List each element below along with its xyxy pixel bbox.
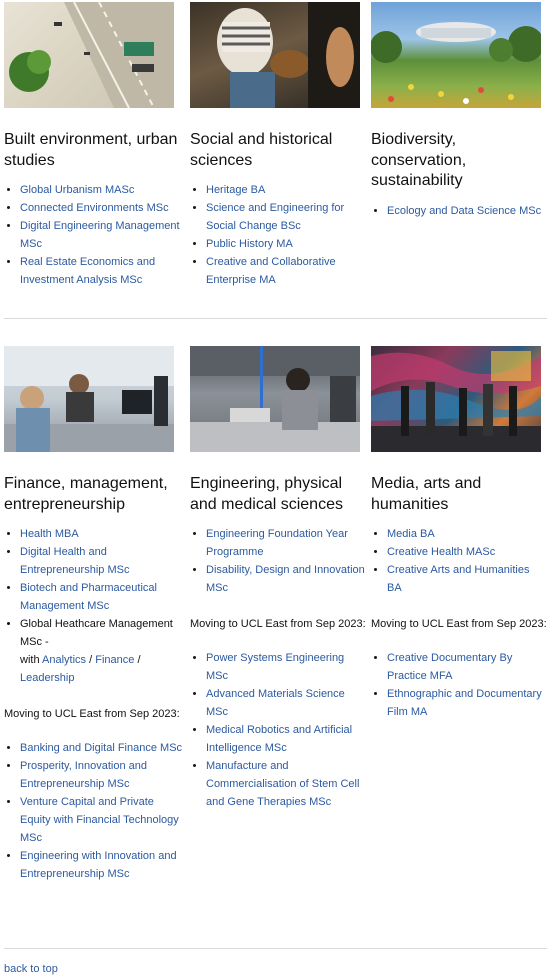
course-link[interactable]: Power Systems Engineering MSc	[206, 652, 344, 682]
list-item: Advanced Materials Science MSc	[206, 685, 366, 721]
course-link[interactable]: Heritage BA	[206, 184, 265, 196]
course-link[interactable]: Media BA	[387, 528, 435, 540]
course-link[interactable]: Ethnographic and Documentary Film MA	[387, 688, 542, 718]
moving-course-list: Banking and Digital Finance MSc Prosperi…	[4, 739, 185, 883]
list-item: Power Systems Engineering MSc	[206, 649, 366, 685]
section-title: Finance, management, entrepreneurship	[4, 475, 168, 513]
course-link[interactable]: Digital Health and Entrepreneurship MSc	[20, 546, 129, 576]
list-item: Medical Robotics and Artificial Intellig…	[206, 721, 366, 757]
course-link[interactable]: Creative and Collaborative Enterprise MA	[206, 256, 336, 286]
course-link[interactable]: Manufacture and Commercialisation of Ste…	[206, 760, 359, 808]
moving-note: Moving to UCL East from Sep 2023:	[4, 708, 180, 720]
section-media: Media, arts and humanities Media BA Crea…	[366, 346, 547, 883]
course-list: Media BA Creative Health MASc Creative A…	[371, 525, 547, 597]
engineer-lab-image	[190, 346, 360, 452]
list-item: Creative and Collaborative Enterprise MA	[206, 253, 366, 289]
list-item: Ethnographic and Documentary Film MA	[387, 685, 547, 721]
list-item: Banking and Digital Finance MSc	[20, 739, 185, 757]
list-item: Manufacture and Commercialisation of Ste…	[206, 757, 366, 811]
section-finance: Finance, management, entrepreneurship He…	[4, 346, 185, 883]
global-healthcare-label: Global Heathcare Management MSc -	[20, 618, 173, 648]
stadium-meadow-image	[371, 2, 541, 108]
course-link[interactable]: Global Urbanism MASc	[20, 184, 134, 196]
separator: /	[137, 654, 141, 666]
course-link[interactable]: Banking and Digital Finance MSc	[20, 742, 182, 754]
list-item: Prosperity, Innovation and Entrepreneurs…	[20, 757, 185, 793]
list-item: Heritage BA	[206, 181, 366, 199]
separator: /	[89, 654, 93, 666]
divider	[4, 948, 547, 949]
moving-note: Moving to UCL East from Sep 2023:	[371, 618, 547, 630]
leadership-link[interactable]: Leadership	[20, 672, 74, 684]
course-list: Health MBA Digital Health and Entreprene…	[4, 525, 185, 687]
list-item: Disability, Design and Innovation MSc	[206, 561, 366, 597]
course-link[interactable]: Creative Documentary By Practice MFA	[387, 652, 512, 682]
section-biodiversity: Biodiversity, conservation, sustainabili…	[366, 2, 547, 289]
course-link[interactable]: Engineering Foundation Year Programme	[206, 528, 348, 558]
back-to-top-link[interactable]: back to top	[4, 963, 58, 975]
drummers-image	[190, 2, 360, 108]
course-link[interactable]: Biotech and Pharmaceutical Management MS…	[20, 582, 157, 612]
section-title: Engineering, physical and medical scienc…	[190, 475, 343, 513]
course-list: Ecology and Data Science MSc	[371, 202, 547, 220]
row-2: Finance, management, entrepreneurship He…	[4, 346, 547, 883]
course-link[interactable]: Digital Engineering Management MSc	[20, 220, 180, 250]
course-link[interactable]: Engineering with Innovation and Entrepre…	[20, 850, 177, 880]
list-item: Ecology and Data Science MSc	[387, 202, 547, 220]
list-item: Science and Engineering for Social Chang…	[206, 199, 366, 235]
list-item: Engineering Foundation Year Programme	[206, 525, 366, 561]
list-item: Media BA	[387, 525, 547, 543]
list-item: Venture Capital and Private Equity with …	[20, 793, 185, 847]
course-list: Global Urbanism MASc Connected Environme…	[4, 181, 185, 289]
office-workers-image	[4, 346, 174, 452]
course-link[interactable]: Health MBA	[20, 528, 79, 540]
section-title: Biodiversity, conservation, sustainabili…	[371, 131, 467, 189]
list-item: Creative Documentary By Practice MFA	[387, 649, 547, 685]
list-item: Creative Arts and Humanities BA	[387, 561, 547, 597]
list-item: Real Estate Economics and Investment Ana…	[20, 253, 185, 289]
list-item: Connected Environments MSc	[20, 199, 185, 217]
course-link[interactable]: Medical Robotics and Artificial Intellig…	[206, 724, 352, 754]
list-item: Digital Health and Entrepreneurship MSc	[20, 543, 185, 579]
analytics-link[interactable]: Analytics	[42, 654, 86, 666]
course-link[interactable]: Venture Capital and Private Equity with …	[20, 796, 179, 844]
course-link[interactable]: Real Estate Economics and Investment Ana…	[20, 256, 155, 286]
course-link[interactable]: Creative Health MASc	[387, 546, 495, 558]
course-list: Engineering Foundation Year Programme Di…	[190, 525, 366, 597]
divider	[4, 318, 547, 319]
list-item: Biotech and Pharmaceutical Management MS…	[20, 579, 185, 615]
course-link[interactable]: Connected Environments MSc	[20, 202, 169, 214]
moving-course-list: Creative Documentary By Practice MFA Eth…	[371, 649, 547, 721]
list-item: Global Heathcare Management MSc - with A…	[20, 615, 185, 687]
list-item: Digital Engineering Management MSc	[20, 217, 185, 253]
with-label: with	[20, 654, 40, 666]
row-1: Built environment, urban studies Global …	[4, 2, 547, 289]
list-item: Global Urbanism MASc	[20, 181, 185, 199]
list-item: Creative Health MASc	[387, 543, 547, 561]
section-title: Built environment, urban studies	[4, 131, 178, 169]
section-engineering: Engineering, physical and medical scienc…	[185, 346, 366, 883]
course-link[interactable]: Disability, Design and Innovation MSc	[206, 564, 365, 594]
section-built-environment: Built environment, urban studies Global …	[4, 2, 185, 289]
course-link[interactable]: Science and Engineering for Social Chang…	[206, 202, 344, 232]
course-link[interactable]: Creative Arts and Humanities BA	[387, 564, 529, 594]
course-list: Heritage BA Science and Engineering for …	[190, 181, 366, 289]
list-item: Health MBA	[20, 525, 185, 543]
section-social-historical: Social and historical sciences Heritage …	[185, 2, 366, 289]
course-link[interactable]: Ecology and Data Science MSc	[387, 205, 541, 217]
moving-note: Moving to UCL East from Sep 2023:	[190, 618, 366, 630]
finance-link[interactable]: Finance	[95, 654, 134, 666]
course-link[interactable]: Public History MA	[206, 238, 293, 250]
graffiti-tunnel-image	[371, 346, 541, 452]
section-title: Social and historical sciences	[190, 131, 333, 169]
section-title: Media, arts and humanities	[371, 475, 482, 513]
moving-course-list: Power Systems Engineering MSc Advanced M…	[190, 649, 366, 811]
list-item: Public History MA	[206, 235, 366, 253]
course-link[interactable]: Prosperity, Innovation and Entrepreneurs…	[20, 760, 147, 790]
list-item: Engineering with Innovation and Entrepre…	[20, 847, 185, 883]
course-link[interactable]: Advanced Materials Science MSc	[206, 688, 345, 718]
urban-street-aerial-image	[4, 2, 174, 108]
